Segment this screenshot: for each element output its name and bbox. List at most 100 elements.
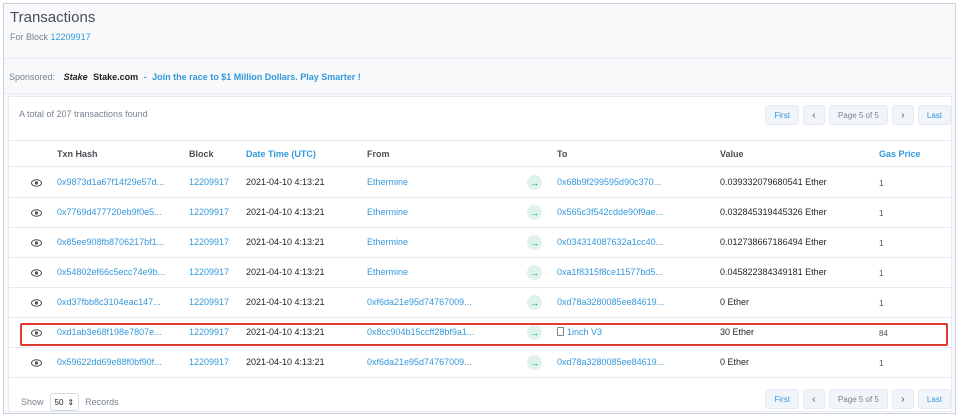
table-row: 0x54802ef66c5ecc74e9b... 12209917 2021-04-… bbox=[9, 258, 951, 288]
value: 0.012738667186494 Ether bbox=[720, 237, 827, 247]
from-address-link[interactable]: 0xf6da21e95d74767009... bbox=[367, 297, 472, 307]
gas-price: 1 bbox=[879, 209, 884, 218]
column-gas-price[interactable]: Gas Price bbox=[879, 149, 921, 159]
table-row: 0xd37fbb8c3104eac147... 12209917 2021-04-1… bbox=[9, 288, 951, 318]
to-address-text: 0x68b9f299595d90c370... bbox=[557, 177, 662, 187]
last-page-button[interactable]: Last bbox=[917, 389, 951, 409]
date-time: 2021-04-10 4:13:21 bbox=[246, 297, 325, 307]
to-address-link[interactable]: 0xa1f8315f8ce11577bd5... bbox=[557, 267, 663, 277]
eye-icon[interactable] bbox=[29, 266, 43, 280]
page-info: Page 5 of 5 bbox=[828, 389, 888, 409]
eye-icon[interactable] bbox=[29, 206, 43, 220]
sponsored-text: Sponsored: Stake Stake.com - Join the ra… bbox=[9, 72, 361, 82]
sponsored-banner: Sponsored: Stake Stake.com - Join the ra… bbox=[4, 60, 955, 94]
contract-file-icon bbox=[557, 327, 564, 336]
eye-icon[interactable] bbox=[29, 326, 43, 340]
gas-price: 84 bbox=[879, 329, 888, 338]
to-address-link[interactable]: 0xd78a3280085ee84619... bbox=[557, 357, 664, 367]
page-info: Page 5 of 5 bbox=[828, 105, 888, 125]
gas-price: 1 bbox=[879, 359, 884, 368]
column-value: Value bbox=[720, 149, 744, 159]
to-address-text: 0xd78a3280085ee84619... bbox=[557, 357, 665, 367]
arrow-right-icon: → bbox=[527, 205, 542, 220]
value: 0.039332079680541 Ether bbox=[720, 177, 827, 187]
txn-hash-link[interactable]: 0x85ee908fb8706217bf1... bbox=[57, 237, 164, 247]
next-page-button[interactable]: › bbox=[891, 105, 914, 125]
from-address-link[interactable]: Ethermine bbox=[367, 207, 408, 217]
first-page-button[interactable]: First bbox=[765, 389, 799, 409]
sponsor-message-link[interactable]: Join the race to $1 Million Dollars. Pla… bbox=[152, 72, 361, 82]
to-address-text: 0x565c3f542cdde90f9ae... bbox=[557, 207, 664, 217]
gas-price: 1 bbox=[879, 179, 884, 188]
column-date-time[interactable]: Date Time (UTC) bbox=[246, 149, 316, 159]
block-link[interactable]: 12209917 bbox=[189, 237, 229, 247]
txn-hash-link[interactable]: 0x54802ef66c5ecc74e9b... bbox=[57, 267, 165, 277]
value: 30 Ether bbox=[720, 327, 755, 337]
block-subtitle: For Block 12209917 bbox=[10, 32, 91, 42]
gas-price: 1 bbox=[879, 239, 884, 248]
block-link[interactable]: 12209917 bbox=[189, 267, 229, 277]
table-header: Txn Hash Block Date Time (UTC) From To V… bbox=[9, 143, 951, 167]
first-page-button[interactable]: First bbox=[765, 105, 799, 125]
from-address-link[interactable]: Ethermine bbox=[367, 177, 408, 187]
total-transactions: A total of 207 transactions found bbox=[19, 109, 148, 119]
to-address-link[interactable]: 0xd78a3280085ee84619... bbox=[557, 297, 664, 307]
value: 0.032845319445326 Ether bbox=[720, 207, 827, 217]
txn-hash-link[interactable]: 0xd37fbb8c3104eac147... bbox=[57, 297, 161, 307]
block-link[interactable]: 12209917 bbox=[189, 297, 229, 307]
block-link[interactable]: 12209917 bbox=[189, 207, 229, 217]
date-time: 2021-04-10 4:13:21 bbox=[246, 207, 325, 217]
records-per-page: Show 50 ⇕ Records bbox=[21, 393, 119, 411]
from-address-link[interactable]: Ethermine bbox=[367, 237, 408, 247]
block-number-link[interactable]: 12209917 bbox=[51, 32, 91, 42]
show-label: Show bbox=[21, 397, 44, 407]
table-row: 0x7769d477720eb9f0e5... 12209917 2021-04-1… bbox=[9, 198, 951, 228]
to-address-link[interactable]: 0x034314087632a1cc40... bbox=[557, 237, 663, 247]
column-txn-hash: Txn Hash bbox=[57, 149, 98, 159]
value: 0 Ether bbox=[720, 297, 750, 307]
date-time: 2021-04-10 4:13:21 bbox=[246, 237, 325, 247]
column-to: To bbox=[557, 149, 568, 159]
column-block: Block bbox=[189, 149, 214, 159]
from-address-link[interactable]: Ethermine bbox=[367, 267, 408, 277]
last-page-button[interactable]: Last bbox=[917, 105, 951, 125]
next-page-button[interactable]: › bbox=[891, 389, 914, 409]
date-time: 2021-04-10 4:13:21 bbox=[246, 177, 325, 187]
prev-page-button[interactable]: ‹ bbox=[802, 389, 825, 409]
block-link[interactable]: 12209917 bbox=[189, 327, 229, 337]
page-size-select[interactable]: 50 ⇕ bbox=[49, 393, 80, 411]
sponsored-label: Sponsored: bbox=[9, 72, 56, 82]
block-link[interactable]: 12209917 bbox=[189, 177, 229, 187]
arrow-right-icon: → bbox=[527, 265, 542, 280]
eye-icon[interactable] bbox=[29, 236, 43, 250]
to-address-link[interactable]: 1inch V3 bbox=[557, 327, 602, 337]
to-address-text: 0x034314087632a1cc40... bbox=[557, 237, 664, 247]
from-address-link[interactable]: 0x8cc904b15ccff28bf9a1... bbox=[367, 327, 474, 337]
txn-hash-link[interactable]: 0xd1ab3e68f198e7807e... bbox=[57, 327, 162, 337]
date-time: 2021-04-10 4:13:21 bbox=[246, 357, 325, 367]
eye-icon[interactable] bbox=[29, 356, 43, 370]
value: 0 Ether bbox=[720, 357, 750, 367]
page-size-value: 50 bbox=[54, 397, 64, 407]
to-address-link[interactable]: 0x565c3f542cdde90f9ae... bbox=[557, 207, 663, 217]
from-address-link[interactable]: 0xf6da21e95d74767009... bbox=[367, 357, 472, 367]
page-header: Transactions For Block 12209917 bbox=[4, 4, 955, 59]
date-time: 2021-04-10 4:13:21 bbox=[246, 267, 325, 277]
transactions-card: A total of 207 transactions found First … bbox=[8, 96, 952, 412]
block-link[interactable]: 12209917 bbox=[189, 357, 229, 367]
eye-icon[interactable] bbox=[29, 176, 43, 190]
txn-hash-link[interactable]: 0x59622dd69e88f0bf90f... bbox=[57, 357, 162, 367]
value: 0.045822384349181 Ether bbox=[720, 267, 827, 277]
eye-icon[interactable] bbox=[29, 296, 43, 310]
table-row: 0x59622dd69e88f0bf90f... 12209917 2021-04-… bbox=[9, 348, 951, 378]
sponsor-brand[interactable]: Stake.com bbox=[93, 72, 138, 82]
to-address-text: 0xa1f8315f8ce11577bd5... bbox=[557, 267, 663, 277]
arrow-right-icon: → bbox=[527, 235, 542, 250]
pagination-bottom: First ‹ Page 5 of 5 › Last bbox=[765, 389, 951, 409]
arrow-right-icon: → bbox=[527, 295, 542, 310]
page-title: Transactions bbox=[10, 9, 96, 26]
txn-hash-link[interactable]: 0x9873d1a67f14f29e57d... bbox=[57, 177, 164, 187]
txn-hash-link[interactable]: 0x7769d477720eb9f0e5... bbox=[57, 207, 162, 217]
prev-page-button[interactable]: ‹ bbox=[802, 105, 825, 125]
to-address-link[interactable]: 0x68b9f299595d90c370... bbox=[557, 177, 661, 187]
